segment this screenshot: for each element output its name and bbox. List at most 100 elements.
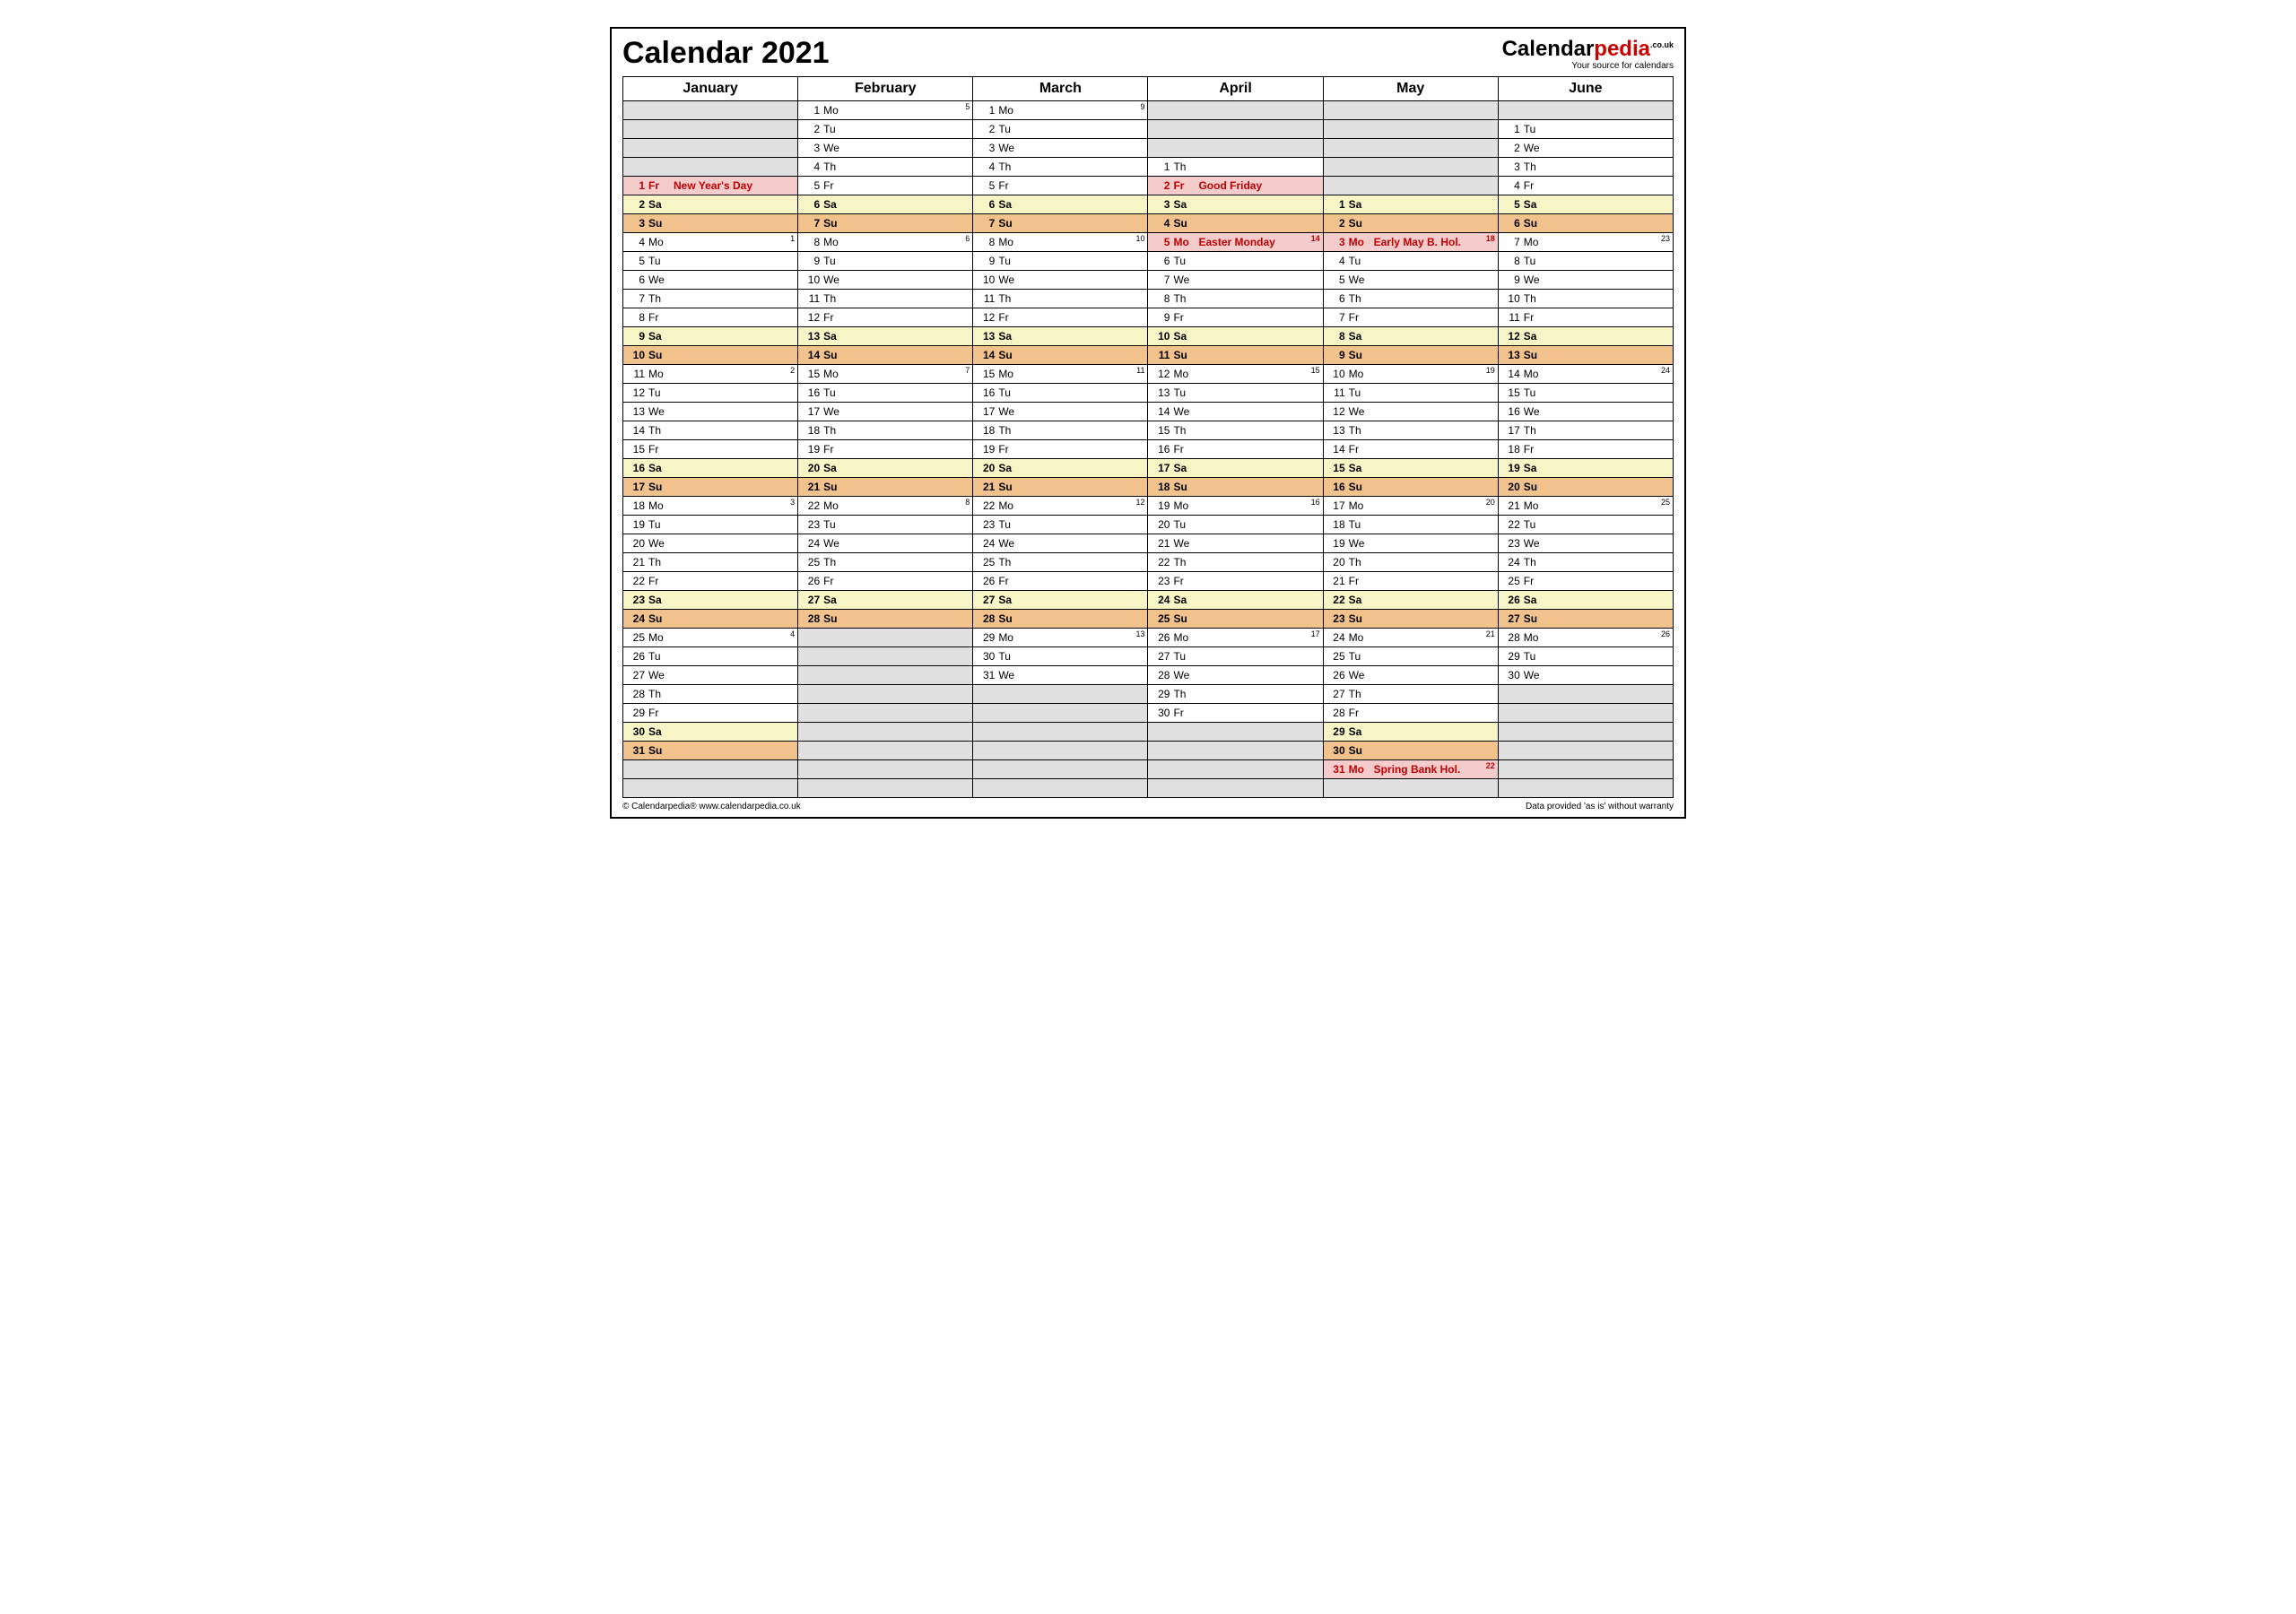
day-cell: 5Fr <box>973 177 1148 195</box>
week-number: 8 <box>965 498 970 507</box>
holiday-label: Spring Bank Hol. <box>1374 763 1494 776</box>
day-cell: 24Sa <box>1148 591 1323 610</box>
day-number: 10 <box>627 349 645 361</box>
day-number: 2 <box>627 198 645 211</box>
day-cell: 19Fr <box>973 440 1148 459</box>
day-cell: 16Fr <box>1148 440 1323 459</box>
day-cell <box>1323 101 1498 120</box>
day-of-week: Su <box>998 349 1022 361</box>
day-cell: 4Th <box>798 158 973 177</box>
week-number: 20 <box>1486 498 1495 507</box>
day-of-week: Tu <box>998 123 1022 135</box>
day-number: 18 <box>627 499 645 512</box>
day-of-week: Su <box>1524 217 1547 230</box>
day-number: 1 <box>627 179 645 192</box>
day-number: 11 <box>1327 386 1345 399</box>
day-cell: 14Fr <box>1323 440 1498 459</box>
day-of-week: Sa <box>1524 330 1547 343</box>
day-number: 12 <box>1152 368 1170 380</box>
day-cell: 1Mo5 <box>798 101 973 120</box>
day-of-week: Tu <box>648 386 672 399</box>
day-number: 1 <box>1152 161 1170 173</box>
day-of-week: Th <box>823 161 847 173</box>
day-of-week: Tu <box>648 518 672 531</box>
day-cell: 3We <box>973 139 1148 158</box>
week-number: 9 <box>1140 102 1144 111</box>
day-number: 25 <box>627 631 645 644</box>
day-number: 25 <box>977 556 995 568</box>
day-of-week: We <box>648 273 672 286</box>
day-of-week: Fr <box>1173 575 1196 587</box>
day-number: 28 <box>1327 707 1345 719</box>
day-number: 17 <box>627 481 645 493</box>
day-of-week: Su <box>823 349 847 361</box>
day-number: 5 <box>977 179 995 192</box>
day-number: 26 <box>977 575 995 587</box>
day-number: 10 <box>1327 368 1345 380</box>
day-number: 16 <box>1152 443 1170 456</box>
day-of-week: Mo <box>998 368 1022 380</box>
logo-sup: .co.uk <box>1650 40 1674 49</box>
day-number: 30 <box>1327 744 1345 757</box>
day-cell: 17Mo20 <box>1323 497 1498 516</box>
day-cell <box>623 120 798 139</box>
day-cell: 10Sa <box>1148 327 1323 346</box>
day-number: 31 <box>1327 763 1345 776</box>
day-cell: 21Su <box>973 478 1148 497</box>
day-cell <box>1323 158 1498 177</box>
day-of-week: We <box>823 273 847 286</box>
day-number: 28 <box>802 612 820 625</box>
day-of-week: Tu <box>1524 255 1547 267</box>
day-cell: 27We <box>623 666 798 685</box>
day-of-week: Su <box>823 217 847 230</box>
day-number: 1 <box>802 104 820 117</box>
day-of-week: Sa <box>1524 198 1547 211</box>
day-number: 3 <box>1327 236 1345 248</box>
month-header: May <box>1323 77 1498 101</box>
day-cell: 2We <box>1498 139 1673 158</box>
day-of-week: Th <box>1173 688 1196 700</box>
day-cell <box>1323 779 1498 798</box>
day-number: 21 <box>627 556 645 568</box>
day-of-week: Fr <box>1173 443 1196 456</box>
day-number: 22 <box>977 499 995 512</box>
day-cell: 4Fr <box>1498 177 1673 195</box>
day-number: 30 <box>1502 669 1520 681</box>
day-number: 19 <box>627 518 645 531</box>
day-cell <box>798 779 973 798</box>
day-number: 17 <box>977 405 995 418</box>
day-cell: 13We <box>623 403 798 421</box>
day-of-week: Sa <box>1349 594 1372 606</box>
day-cell: 27Th <box>1323 685 1498 704</box>
day-of-week: Th <box>823 292 847 305</box>
day-cell <box>798 685 973 704</box>
day-cell: 5We <box>1323 271 1498 290</box>
day-cell: 26Tu <box>623 647 798 666</box>
day-number: 6 <box>627 273 645 286</box>
day-of-week: Mo <box>998 499 1022 512</box>
day-of-week: Mo <box>648 631 672 644</box>
day-number: 4 <box>1502 179 1520 192</box>
day-number: 28 <box>977 612 995 625</box>
day-cell: 30Tu <box>973 647 1148 666</box>
day-cell: 24Su <box>623 610 798 629</box>
day-of-week: Fr <box>998 443 1022 456</box>
day-number: 21 <box>1152 537 1170 550</box>
day-cell: 16We <box>1498 403 1673 421</box>
day-number: 31 <box>977 669 995 681</box>
day-cell: 9Sa <box>623 327 798 346</box>
day-number: 5 <box>1152 236 1170 248</box>
day-of-week: Tu <box>998 518 1022 531</box>
day-cell: 16Tu <box>798 384 973 403</box>
day-cell: 11Fr <box>1498 308 1673 327</box>
day-number: 27 <box>977 594 995 606</box>
day-of-week: Mo <box>823 236 847 248</box>
day-of-week: Su <box>648 217 672 230</box>
day-cell: 26Fr <box>798 572 973 591</box>
day-of-week: We <box>1173 537 1196 550</box>
day-number: 5 <box>627 255 645 267</box>
day-of-week: Th <box>1173 556 1196 568</box>
day-cell: 18Su <box>1148 478 1323 497</box>
day-number: 26 <box>1152 631 1170 644</box>
day-number: 18 <box>802 424 820 437</box>
